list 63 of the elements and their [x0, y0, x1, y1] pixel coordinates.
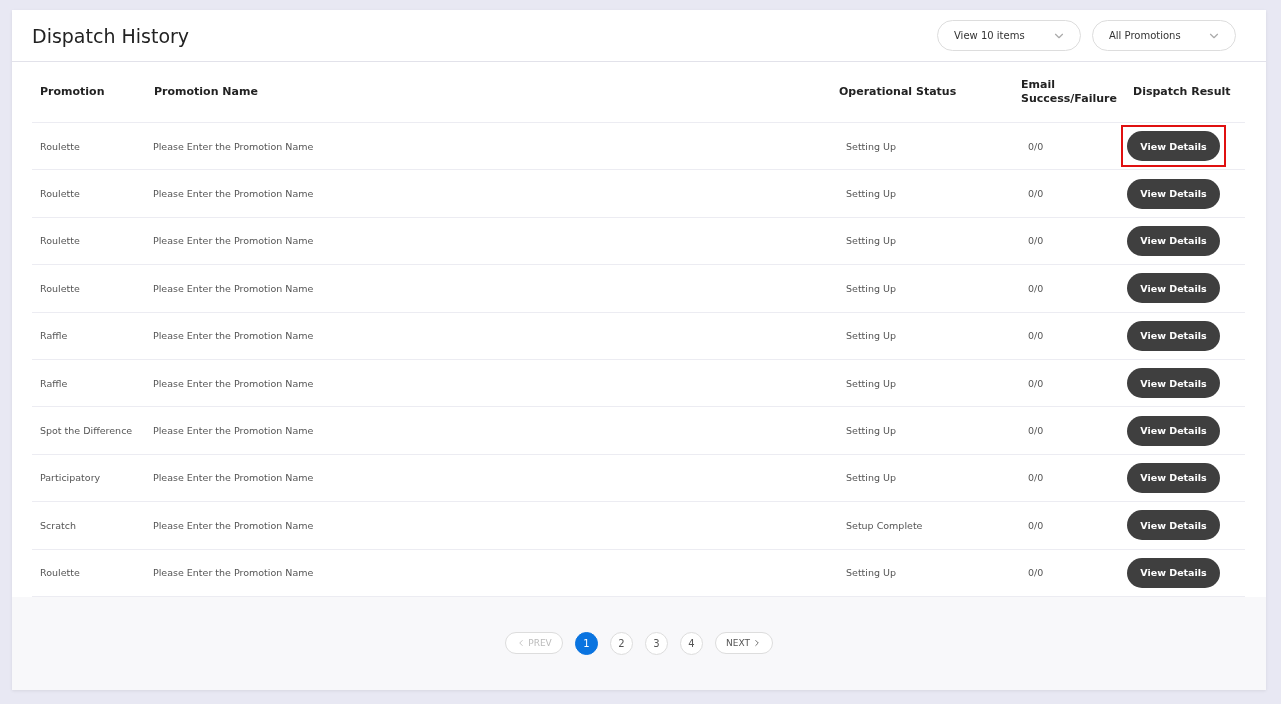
view-details-button[interactable]: View Details: [1127, 368, 1220, 399]
table-cell-text: 0/0: [1027, 567, 1045, 579]
table-cell-text: Setup Complete: [845, 519, 924, 531]
column-header: Dispatch Result: [1132, 84, 1232, 100]
table-cell-text: Scratch: [39, 519, 77, 531]
table-cell-text: Please Enter the Promotion Name: [152, 188, 315, 200]
table-cell-text: Raffle: [39, 377, 69, 389]
view-details-button[interactable]: View Details: [1127, 462, 1220, 493]
table-cell-text: Participatory: [39, 472, 102, 484]
table-cell-text: Please Enter the Promotion Name: [152, 377, 315, 389]
view-details-button[interactable]: View Details: [1127, 415, 1220, 446]
table-cell-text: 0/0: [1027, 282, 1045, 294]
table-cell-text: 0/0: [1027, 235, 1045, 247]
table-cell-text: 0/0: [1027, 330, 1045, 342]
table-cell-text: Please Enter the Promotion Name: [152, 282, 315, 294]
page-button[interactable]: 1: [575, 631, 598, 655]
filter-dropdown[interactable]: All Promotions: [1092, 20, 1236, 51]
view-details-button[interactable]: View Details: [1127, 320, 1220, 351]
table-cell-text: Please Enter the Promotion Name: [152, 330, 315, 342]
table-cell-text: 0/0: [1027, 519, 1045, 531]
next-button[interactable]: NEXT: [715, 632, 773, 655]
table-cell-text: Please Enter the Promotion Name: [152, 567, 315, 579]
table-cell-text: Please Enter the Promotion Name: [152, 472, 315, 484]
table-cell-text: Please Enter the Promotion Name: [152, 425, 315, 437]
table-cell-text: Roulette: [39, 188, 81, 200]
view-details-button[interactable]: View Details: [1127, 557, 1220, 588]
table-cell-text: Setting Up: [845, 330, 898, 342]
table-cell-text: Setting Up: [845, 425, 898, 437]
table-cell-text: 0/0: [1027, 377, 1045, 389]
table-cell-text: Spot the Difference: [39, 425, 134, 437]
table-cell-text: Setting Up: [845, 282, 898, 294]
view-details-button[interactable]: View Details: [1127, 225, 1220, 256]
page-button[interactable]: 2: [610, 631, 633, 655]
table-cell-text: Please Enter the Promotion Name: [152, 140, 315, 152]
table-cell-text: Setting Up: [845, 235, 898, 247]
column-header: Email Success/Failure: [1020, 77, 1118, 107]
table-cell-text: Please Enter the Promotion Name: [152, 519, 315, 531]
filter-dropdown[interactable]: View 10 items: [937, 20, 1081, 51]
page-button[interactable]: 3: [645, 631, 668, 655]
table-cell-text: Please Enter the Promotion Name: [152, 235, 315, 247]
table-cell-text: Raffle: [39, 330, 69, 342]
table-cell-text: Roulette: [39, 235, 81, 247]
table-cell-text: Roulette: [39, 282, 81, 294]
view-details-button[interactable]: View Details: [1127, 178, 1220, 209]
view-details-button[interactable]: View Details: [1127, 273, 1220, 304]
table-cell-text: Setting Up: [845, 188, 898, 200]
column-header: Operational Status: [838, 84, 958, 100]
table-cell-text: Setting Up: [845, 472, 898, 484]
column-header: Promotion Name: [153, 84, 259, 100]
table-cell-text: 0/0: [1027, 188, 1045, 200]
table-cell-text: Setting Up: [845, 377, 898, 389]
table-cell-text: Setting Up: [845, 140, 898, 152]
view-details-button[interactable]: View Details: [1127, 510, 1220, 541]
table-cell-text: 0/0: [1027, 140, 1045, 152]
table-cell-text: 0/0: [1027, 472, 1045, 484]
table-cell-text: Roulette: [39, 140, 81, 152]
page-title: Dispatch History: [32, 24, 190, 47]
table-cell-text: Setting Up: [845, 567, 898, 579]
table-cell-text: 0/0: [1027, 425, 1045, 437]
column-header: Promotion: [39, 84, 106, 100]
page-button[interactable]: 4: [680, 631, 703, 655]
view-details-button[interactable]: View Details: [1127, 131, 1220, 162]
table-cell-text: Roulette: [39, 567, 81, 579]
